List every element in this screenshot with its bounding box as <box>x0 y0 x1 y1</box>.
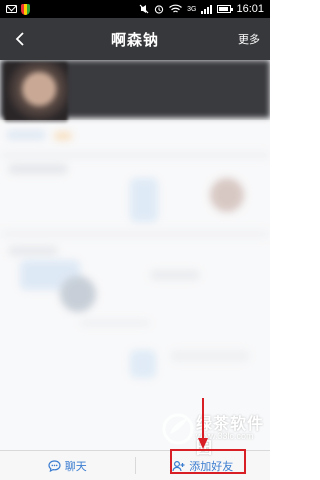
red-arrow-icon <box>198 398 208 449</box>
chat-label: 聊天 <box>64 459 87 473</box>
mail-icon <box>6 5 17 13</box>
page-title: 啊森钠 <box>110 30 159 49</box>
clock: 16:01 <box>236 3 264 15</box>
network-type: 3G <box>187 5 197 13</box>
alarm-icon <box>154 5 164 14</box>
signal-icon <box>201 4 213 14</box>
avatar[interactable] <box>4 62 68 122</box>
battery-icon <box>217 5 234 13</box>
chevron-left-icon <box>15 32 24 46</box>
wifi-icon <box>169 4 183 13</box>
highlight-box <box>170 449 246 474</box>
blur-overlay <box>0 120 270 450</box>
chat-button[interactable]: 聊天 <box>0 451 135 480</box>
security-shield-icon <box>21 3 30 15</box>
back-button[interactable] <box>8 27 32 51</box>
status-bar: 3G 16:01 <box>0 0 270 18</box>
chat-bubble-icon <box>48 459 61 472</box>
more-button[interactable]: 更多 <box>238 18 260 60</box>
profile-content-blurred <box>0 60 270 450</box>
title-bar: 啊森钠 更多 <box>0 18 270 60</box>
mute-icon <box>139 4 149 14</box>
